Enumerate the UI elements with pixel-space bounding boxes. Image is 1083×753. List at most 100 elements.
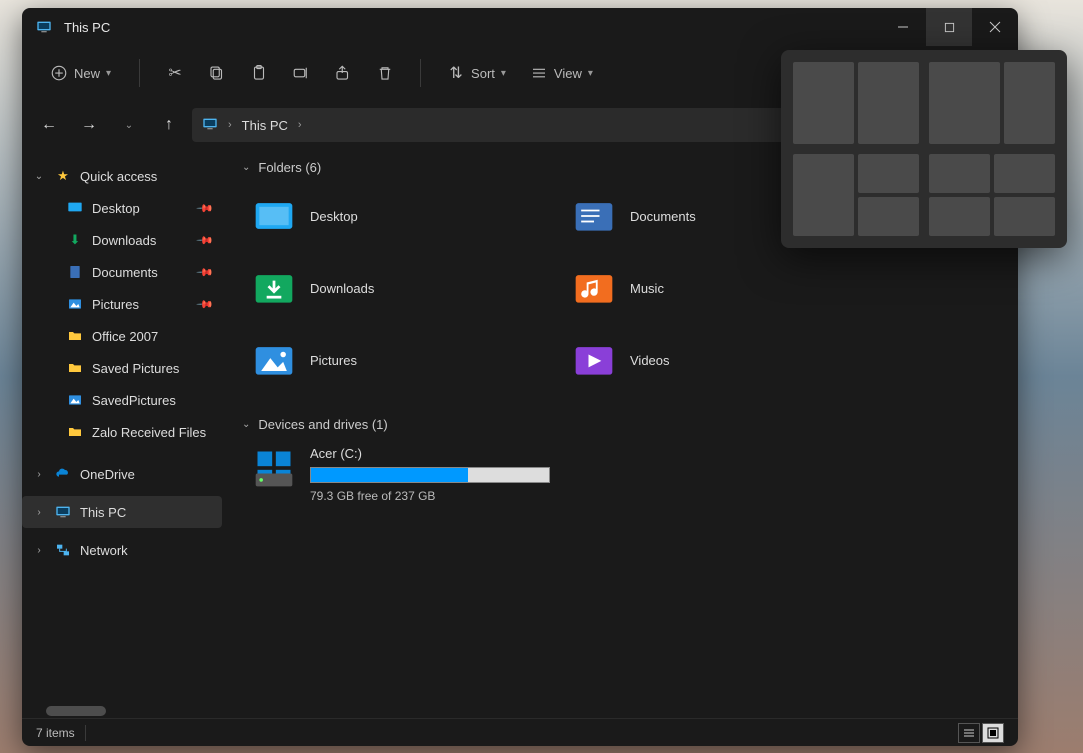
folder-label: Desktop	[310, 209, 358, 224]
sidebar-item-label: Downloads	[92, 233, 156, 248]
chevron-down-icon: ⌄	[242, 419, 250, 430]
sidebar-item-downloads[interactable]: ⬇ Downloads 📌	[22, 224, 222, 256]
drive-icon	[252, 446, 296, 490]
address-location: This PC	[242, 118, 288, 133]
up-button[interactable]: ↑	[152, 108, 186, 142]
star-icon: ★	[54, 167, 72, 185]
sidebar-item-label: Documents	[92, 265, 158, 280]
picture-icon	[66, 295, 84, 313]
cut-button[interactable]: ✂	[158, 55, 192, 91]
folder-item-desktop[interactable]: Desktop	[252, 189, 572, 243]
snap-cell[interactable]	[1004, 62, 1055, 144]
snap-cell[interactable]	[793, 154, 854, 236]
sidebar-item-documents[interactable]: Documents 📌	[22, 256, 222, 288]
sidebar-label: Quick access	[80, 169, 157, 184]
this-pc-icon	[54, 503, 72, 521]
sort-button[interactable]: ⇅ Sort ▾	[439, 55, 514, 91]
delete-button[interactable]	[368, 55, 402, 91]
chevron-down-icon: ▾	[106, 68, 111, 79]
forward-button[interactable]: →	[72, 108, 106, 142]
chevron-right-icon: ›	[298, 119, 302, 131]
drive-capacity-bar	[310, 467, 550, 483]
rename-button[interactable]	[284, 55, 318, 91]
share-button[interactable]	[326, 55, 360, 91]
tiles-view-button[interactable]	[982, 723, 1004, 743]
chevron-down-icon: ⌄	[32, 171, 46, 182]
sidebar-item-label: Zalo Received Files	[92, 425, 206, 440]
snap-cell[interactable]	[929, 197, 990, 236]
sidebar-item-label: SavedPictures	[92, 393, 176, 408]
view-button[interactable]: View ▾	[522, 55, 601, 91]
folder-icon	[572, 194, 616, 238]
sidebar-item-pictures[interactable]: Pictures 📌	[22, 288, 222, 320]
chevron-right-icon: ›	[32, 545, 46, 556]
back-button[interactable]: ←	[32, 108, 66, 142]
details-view-button[interactable]	[958, 723, 980, 743]
this-pc-icon	[202, 116, 218, 135]
folder-item-downloads[interactable]: Downloads	[252, 261, 572, 315]
sidebar-item-folder[interactable]: Saved Pictures	[22, 352, 222, 384]
folder-icon	[252, 194, 296, 238]
folder-icon	[572, 338, 616, 382]
view-label: View	[554, 66, 582, 81]
cloud-icon	[54, 465, 72, 483]
chevron-right-icon: ›	[32, 469, 46, 480]
new-label: New	[74, 66, 100, 81]
snap-cell[interactable]	[793, 62, 854, 144]
paste-button[interactable]	[242, 55, 276, 91]
document-icon	[66, 263, 84, 281]
folder-label: Pictures	[310, 353, 357, 368]
copy-icon	[208, 64, 226, 82]
maximize-button[interactable]	[926, 8, 972, 46]
chevron-down-icon: ▾	[501, 68, 506, 79]
scrollbar-thumb[interactable]	[46, 706, 106, 716]
close-button[interactable]	[972, 8, 1018, 46]
folder-item-music[interactable]: Music	[572, 261, 892, 315]
folder-icon	[572, 266, 616, 310]
recent-button[interactable]: ⌄	[112, 108, 146, 142]
snap-cell[interactable]	[858, 62, 919, 144]
trash-icon	[376, 64, 394, 82]
folder-label: Videos	[630, 353, 670, 368]
sidebar-network[interactable]: › Network	[22, 534, 222, 566]
sidebar-quick-access[interactable]: ⌄ ★ Quick access	[22, 160, 222, 192]
pin-icon: 📌	[196, 263, 215, 282]
folder-label: Documents	[630, 209, 696, 224]
horizontal-scrollbar[interactable]	[46, 706, 112, 716]
sidebar-this-pc[interactable]: › This PC	[22, 496, 222, 528]
sidebar-item-label: Office 2007	[92, 329, 158, 344]
sidebar-item-desktop[interactable]: Desktop 📌	[22, 192, 222, 224]
snap-cell[interactable]	[858, 154, 919, 193]
sidebar-item-folder[interactable]: Office 2007	[22, 320, 222, 352]
snap-layouts-flyout	[781, 50, 1067, 248]
pin-icon: 📌	[196, 199, 215, 218]
folder-label: Music	[630, 281, 664, 296]
folder-item-videos[interactable]: Videos	[572, 333, 892, 387]
sidebar-label: This PC	[80, 505, 126, 520]
folder-item-pictures[interactable]: Pictures	[252, 333, 572, 387]
sidebar-item-folder[interactable]: Zalo Received Files	[22, 416, 222, 448]
snap-cell[interactable]	[929, 62, 1000, 144]
snap-cell[interactable]	[994, 154, 1055, 193]
download-icon: ⬇	[66, 231, 84, 249]
sidebar-onedrive[interactable]: › OneDrive	[22, 458, 222, 490]
new-button[interactable]: New ▾	[40, 55, 121, 91]
pin-icon: 📌	[196, 295, 215, 314]
titlebar: This PC	[22, 8, 1018, 46]
drive-free-text: 79.3 GB free of 237 GB	[310, 489, 550, 503]
scissors-icon: ✂	[166, 64, 184, 82]
share-icon	[334, 64, 352, 82]
sidebar-item-label: Desktop	[92, 201, 140, 216]
plus-circle-icon	[50, 64, 68, 82]
minimize-button[interactable]	[880, 8, 926, 46]
snap-cell[interactable]	[929, 154, 990, 193]
snap-cell[interactable]	[858, 197, 919, 236]
devices-group-header[interactable]: ⌄ Devices and drives (1)	[242, 417, 998, 432]
snap-cell[interactable]	[994, 197, 1055, 236]
sidebar-item-label: Pictures	[92, 297, 139, 312]
sidebar-item-folder[interactable]: SavedPictures	[22, 384, 222, 416]
drive-item[interactable]: Acer (C:) 79.3 GB free of 237 GB	[252, 446, 998, 503]
copy-button[interactable]	[200, 55, 234, 91]
chevron-right-icon: ›	[228, 119, 232, 131]
item-count: 7 items	[36, 726, 75, 740]
